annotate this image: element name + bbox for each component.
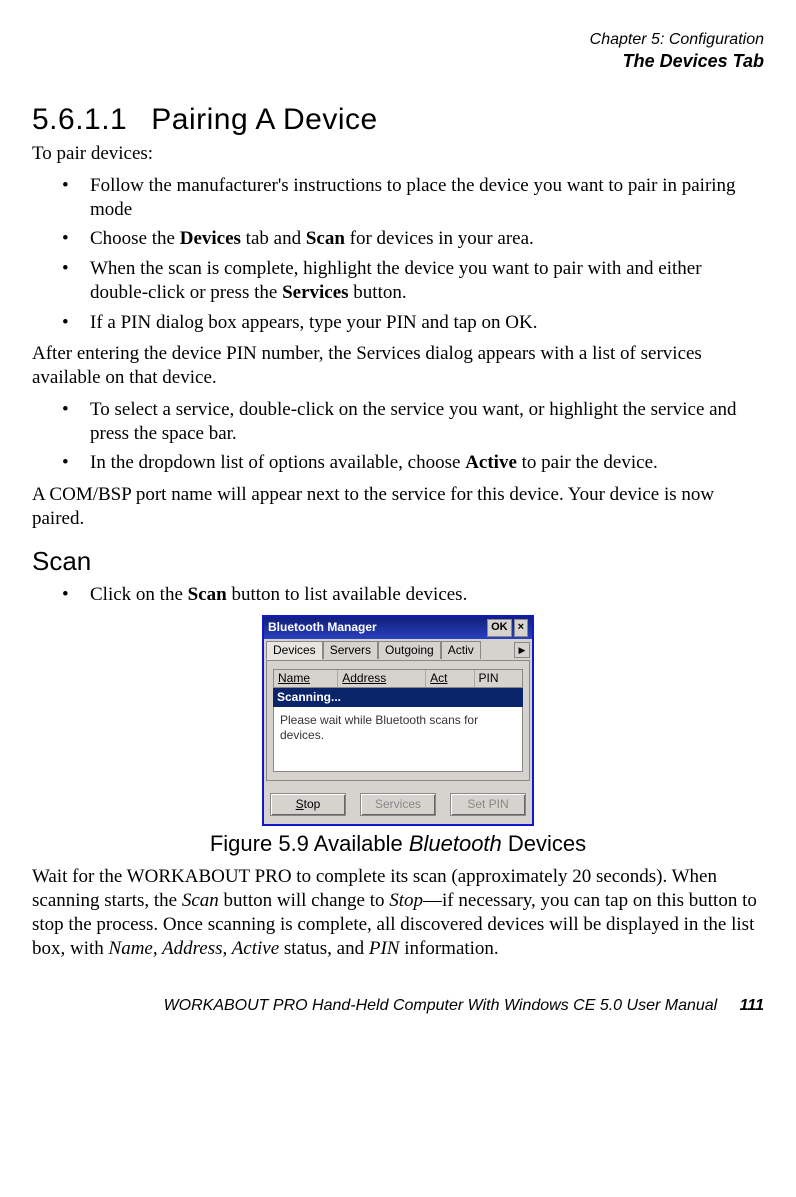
ok-button[interactable]: OK <box>487 619 512 637</box>
col-pin[interactable]: PIN <box>475 670 522 687</box>
services-button[interactable]: Services <box>360 793 436 816</box>
steps-list-1: Follow the manufacturer's instructions t… <box>32 174 764 335</box>
list-item: If a PIN dialog box appears, type your P… <box>32 311 764 335</box>
chapter-line: Chapter 5: Configuration <box>32 30 764 50</box>
heading-pairing: 5.6.1.1 Pairing A Device <box>32 101 764 139</box>
window-title: Bluetooth Manager <box>268 620 485 635</box>
tab-strip: Devices Servers Outgoing Activ ▶ <box>264 639 532 660</box>
figure-wrap: Bluetooth Manager OK × Devices Servers O… <box>32 615 764 858</box>
button-row: Stop Services Set PIN <box>264 785 532 824</box>
footer-text: WORKABOUT PRO Hand-Held Computer With Wi… <box>164 997 718 1014</box>
list-item: When the scan is complete, highlight the… <box>32 257 764 305</box>
list-item: In the dropdown list of options availabl… <box>32 451 764 475</box>
section-line: The Devices Tab <box>32 50 764 73</box>
col-name[interactable]: Name <box>274 670 338 687</box>
page-header: Chapter 5: Configuration The Devices Tab <box>32 30 764 73</box>
steps-list-3: Click on the Scan button to list availab… <box>32 583 764 607</box>
list-item: Click on the Scan button to list availab… <box>32 583 764 607</box>
scan-message: Please wait while Bluetooth scans for de… <box>273 707 523 772</box>
heading-number: 5.6.1.1 <box>32 101 127 139</box>
close-button[interactable]: × <box>514 619 528 637</box>
tab-servers[interactable]: Servers <box>323 641 378 659</box>
heading-title: Pairing A Device <box>151 103 377 136</box>
stop-button[interactable]: Stop <box>270 793 346 816</box>
list-item: To select a service, double-click on the… <box>32 398 764 446</box>
scan-heading: Scan <box>32 545 764 578</box>
tab-outgoing[interactable]: Outgoing <box>378 641 441 659</box>
com-para: A COM/BSP port name will appear next to … <box>32 483 764 531</box>
tab-active[interactable]: Activ <box>441 641 481 659</box>
col-act[interactable]: Act <box>426 670 474 687</box>
bluetooth-manager-window: Bluetooth Manager OK × Devices Servers O… <box>262 615 534 826</box>
after-pin-para: After entering the device PIN number, th… <box>32 342 764 390</box>
list-item: Choose the Devices tab and Scan for devi… <box>32 227 764 251</box>
set-pin-button[interactable]: Set PIN <box>450 793 526 816</box>
intro-text: To pair devices: <box>32 142 764 166</box>
col-address[interactable]: Address <box>338 670 426 687</box>
wait-para: Wait for the WORKABOUT PRO to complete i… <box>32 865 764 960</box>
tab-scroll-right-icon[interactable]: ▶ <box>514 642 530 658</box>
list-item: Follow the manufacturer's instructions t… <box>32 174 764 222</box>
column-headers: Name Address Act PIN <box>273 669 523 688</box>
tab-devices[interactable]: Devices <box>266 641 323 660</box>
steps-list-2: To select a service, double-click on the… <box>32 398 764 475</box>
window-titlebar: Bluetooth Manager OK × <box>264 617 532 639</box>
page-footer: WORKABOUT PRO Hand-Held Computer With Wi… <box>32 996 764 1016</box>
devices-pane: Name Address Act PIN Scanning... Please … <box>266 660 530 781</box>
figure-caption: Figure 5.9 Available Bluetooth Devices <box>32 830 764 858</box>
page-number: 111 <box>740 997 764 1014</box>
scanning-bar: Scanning... <box>273 688 523 707</box>
